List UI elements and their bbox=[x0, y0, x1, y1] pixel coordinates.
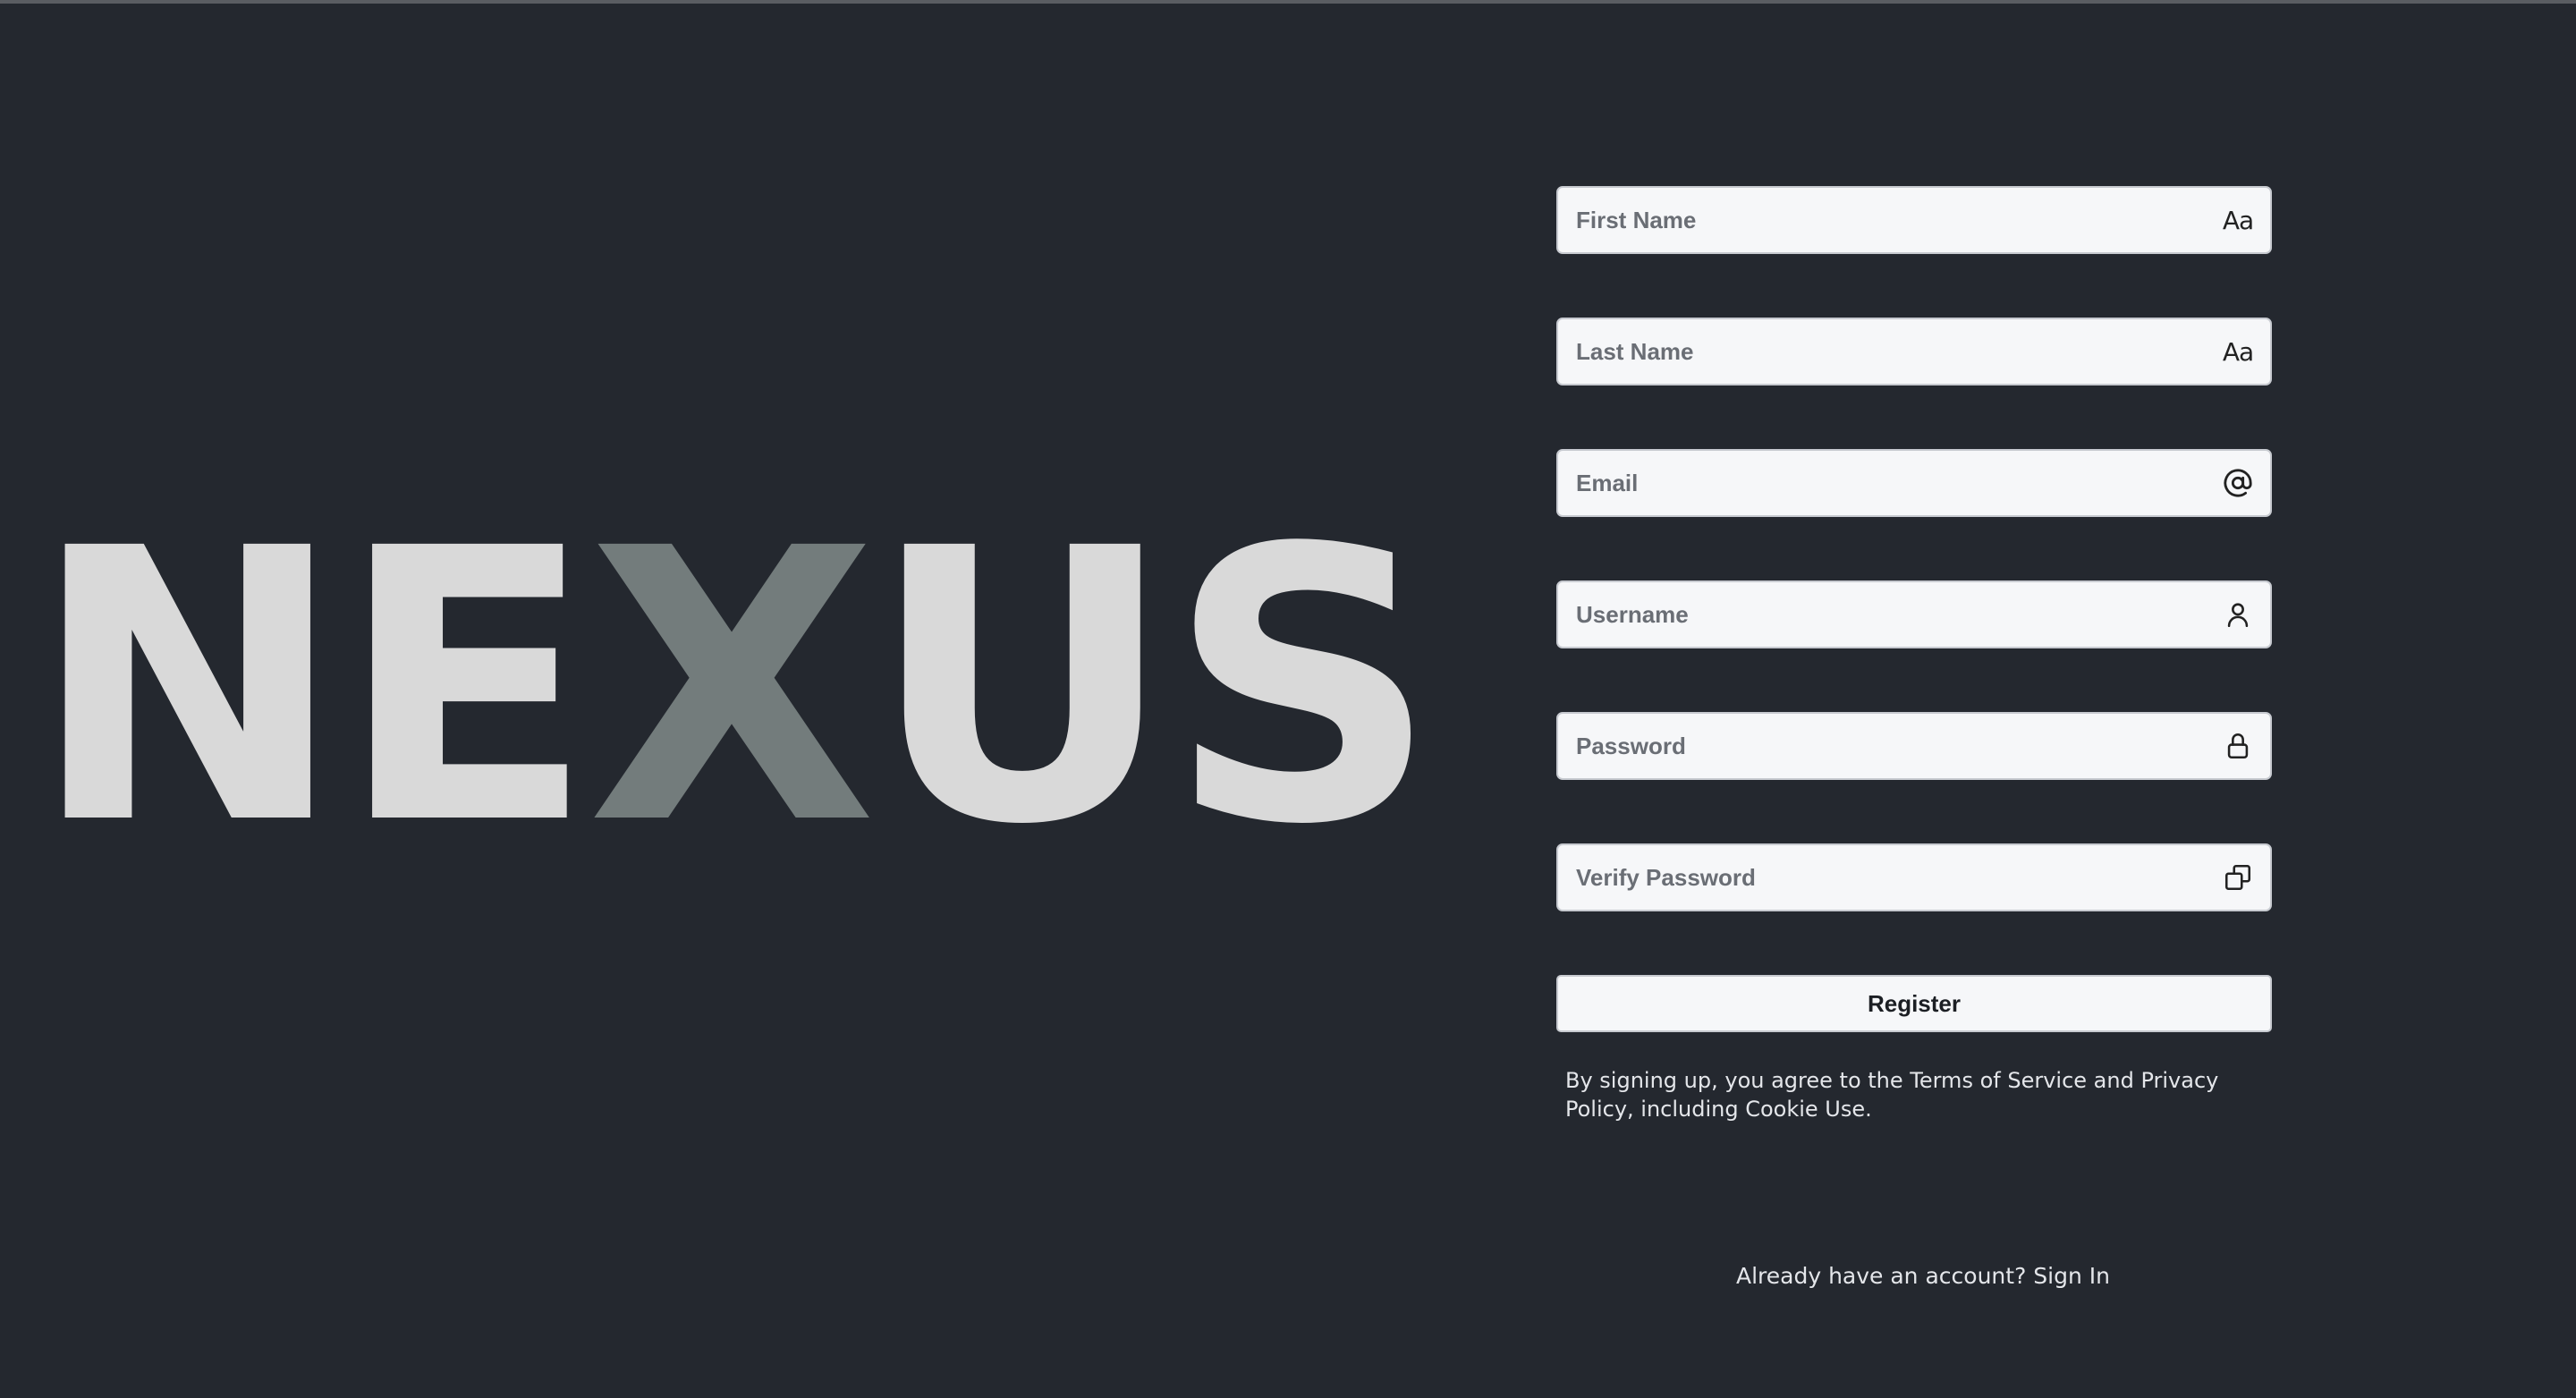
username-input[interactable] bbox=[1558, 582, 2270, 647]
nexus-logo: N E X U S bbox=[30, 501, 1438, 877]
email-field bbox=[1556, 449, 2272, 517]
email-input[interactable] bbox=[1558, 451, 2270, 515]
register-button[interactable]: Register bbox=[1556, 975, 2272, 1032]
last-name-input[interactable] bbox=[1558, 319, 2270, 384]
signin-prompt: Already have an account? Sign In bbox=[1556, 1263, 2290, 1289]
text-case-icon: Aa bbox=[2222, 205, 2254, 235]
lock-icon bbox=[2220, 728, 2256, 764]
first-name-field: Aa bbox=[1556, 186, 2272, 254]
terms-notice: By signing up, you agree to the Terms of… bbox=[1565, 1068, 2219, 1122]
username-field bbox=[1556, 580, 2272, 648]
signin-link[interactable]: Sign In bbox=[2033, 1263, 2110, 1289]
copy-icon bbox=[2220, 860, 2256, 895]
registration-form: Aa Aa bbox=[1556, 186, 2272, 1123]
window-top-border bbox=[0, 0, 2576, 4]
logo-letter-s: S bbox=[1167, 470, 1437, 907]
signin-prompt-text: Already have an account? bbox=[1735, 1263, 2027, 1289]
user-icon bbox=[2220, 597, 2256, 632]
verify-password-input[interactable] bbox=[1558, 845, 2270, 910]
text-case-icon: Aa bbox=[2222, 336, 2254, 367]
logo-letter-e: E bbox=[337, 470, 595, 907]
at-sign-icon bbox=[2220, 465, 2256, 501]
logo-letter-n: N bbox=[30, 470, 345, 907]
last-name-field: Aa bbox=[1556, 318, 2272, 386]
logo-letter-x-accent: X bbox=[587, 470, 877, 907]
first-name-input[interactable] bbox=[1558, 188, 2270, 252]
logo-letter-u: U bbox=[869, 470, 1174, 907]
password-field bbox=[1556, 712, 2272, 780]
password-input[interactable] bbox=[1558, 714, 2270, 778]
verify-password-field bbox=[1556, 843, 2272, 911]
